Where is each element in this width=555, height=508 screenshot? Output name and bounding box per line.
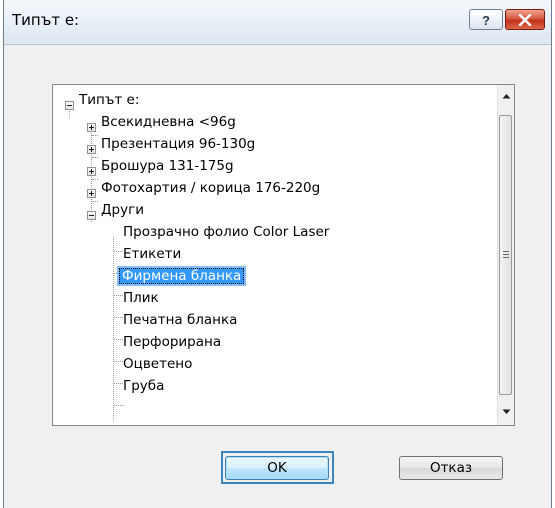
scroll-up-button[interactable] — [498, 87, 514, 104]
tree-item-label: Брошура 131-175g — [101, 158, 234, 174]
collapse-toggle-icon[interactable] — [65, 101, 74, 110]
tree-line — [114, 361, 123, 362]
tree-item-other[interactable]: Други — [101, 199, 144, 221]
tree-item-rough[interactable]: Груба — [123, 375, 164, 397]
close-button[interactable] — [505, 9, 545, 30]
tree-line — [114, 405, 123, 406]
paper-type-tree[interactable]: Типът е: Всекидневна <96g Презентация 96… — [52, 84, 515, 426]
thumb-grip-icon — [503, 257, 509, 258]
expand-toggle-icon[interactable] — [87, 123, 96, 132]
tree-line — [114, 251, 123, 252]
ok-button[interactable]: OK — [225, 456, 329, 480]
tree-item-label: Типът е: — [79, 92, 140, 108]
expand-toggle-icon[interactable] — [87, 189, 96, 198]
tree-item-label: Плик — [123, 290, 159, 306]
tree-item-label: Други — [101, 202, 144, 218]
window-title: Типът е: — [12, 11, 80, 29]
tree-item-labels[interactable]: Етикети — [123, 243, 181, 265]
tree-line — [114, 383, 123, 384]
arrow-up-icon — [502, 93, 510, 98]
tree-item-label: Печатна бланка — [123, 312, 238, 328]
arrow-down-icon — [502, 409, 510, 414]
tree-item-letterhead[interactable]: Фирмена бланка — [119, 265, 245, 287]
cancel-button[interactable]: Отказ — [399, 456, 503, 480]
tree-line — [114, 295, 123, 296]
tree-item-root[interactable]: Типът е: — [79, 89, 139, 111]
tree-item-transparency[interactable]: Прозрачно фолио Color Laser — [123, 221, 329, 243]
tree-line — [92, 201, 98, 202]
tree-item-brochure[interactable]: Брошура 131-175g — [101, 155, 234, 177]
tree-item-everyday[interactable]: Всекидневна <96g — [101, 111, 236, 133]
svg-text:?: ? — [482, 13, 490, 27]
scroll-down-button[interactable] — [498, 403, 514, 420]
tree-item-envelope[interactable]: Плик — [123, 287, 159, 309]
thumb-grip-icon — [503, 251, 509, 252]
expand-toggle-icon[interactable] — [87, 145, 96, 154]
title-bar[interactable]: Типът е: ? — [4, 0, 551, 45]
tree-item-preprinted[interactable]: Печатна бланка — [123, 309, 237, 331]
type-dialog: Типът е: ? Типът е: Всекидневна <96g Пре… — [3, 0, 552, 508]
tree-line — [114, 317, 123, 318]
thumb-grip-icon — [503, 254, 509, 255]
expand-toggle-icon[interactable] — [87, 167, 96, 176]
tree-line — [92, 135, 98, 136]
tree-viewport: Типът е: Всекидневна <96g Презентация 96… — [53, 85, 489, 425]
tree-item-label: Прозрачно фолио Color Laser — [123, 224, 330, 240]
tree-line — [92, 179, 98, 180]
close-icon — [518, 13, 532, 26]
tree-item-colored[interactable]: Оцветено — [123, 353, 192, 375]
tree-item-presentation[interactable]: Презентация 96-130g — [101, 133, 255, 155]
tree-item-label: Фотохартия / корица 176-220g — [101, 180, 321, 196]
tree-line — [113, 237, 114, 422]
tree-item-photo-cover[interactable]: Фотохартия / корица 176-220g — [101, 177, 320, 199]
tree-item-label: Оцветено — [123, 356, 193, 372]
tree-scrollbar[interactable] — [497, 85, 514, 425]
help-button[interactable]: ? — [469, 9, 503, 30]
selected-tree-item-label: Фирмена бланка — [119, 268, 245, 284]
tree-item-prepunched[interactable]: Перфорирана — [123, 331, 221, 353]
tree-line — [92, 157, 98, 158]
tree-item-label: Всекидневна <96g — [101, 114, 236, 130]
tree-item-label: Перфорирана — [123, 334, 222, 350]
tree-item-label: Груба — [123, 378, 165, 394]
tree-item-label: Етикети — [123, 246, 182, 262]
help-icon: ? — [482, 13, 490, 27]
tree-item-label: Презентация 96-130g — [101, 136, 256, 152]
collapse-toggle-icon[interactable] — [87, 211, 96, 220]
tree-line — [114, 339, 123, 340]
scroll-thumb[interactable] — [499, 115, 512, 395]
